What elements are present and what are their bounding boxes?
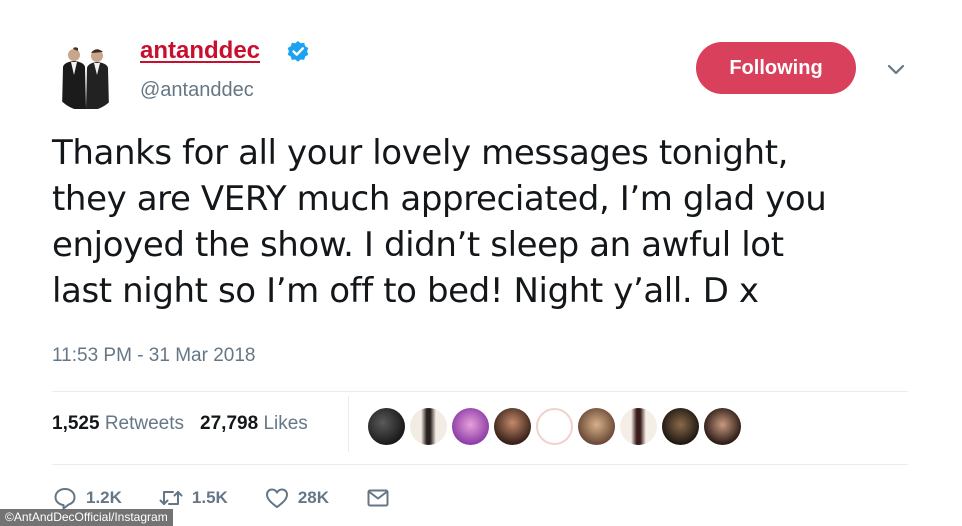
liker-avatar[interactable]: [452, 408, 489, 445]
stats-separator: [348, 396, 349, 452]
chevron-down-icon[interactable]: [885, 58, 907, 80]
tweet-line: last night so I’m off to bed! Night y’al…: [52, 271, 759, 311]
avatar[interactable]: [51, 41, 121, 111]
watermark: ©AntAndDecOfficial/Instagram: [0, 509, 173, 526]
like-button[interactable]: 28K: [264, 485, 329, 511]
liker-avatar[interactable]: [578, 408, 615, 445]
envelope-icon: [367, 489, 389, 507]
tweet-line: Thanks for all your lovely messages toni…: [52, 133, 789, 173]
like-count: 28K: [297, 488, 330, 507]
reply-count: 1.2K: [86, 488, 122, 507]
liker-avatar[interactable]: [494, 408, 531, 445]
liker-avatar[interactable]: [368, 408, 405, 445]
retweet-button[interactable]: 1.5K: [158, 485, 228, 511]
divider: [52, 391, 908, 392]
liker-avatar[interactable]: [620, 408, 657, 445]
tweet-line: enjoyed the show. I didn’t sleep an awfu…: [52, 225, 784, 265]
heart-icon: [265, 488, 288, 508]
retweet-icon: [159, 491, 183, 505]
retweet-count: 1.5K: [191, 488, 228, 507]
divider: [52, 464, 908, 465]
liker-avatar[interactable]: [536, 408, 573, 445]
liker-avatar[interactable]: [704, 408, 741, 445]
tweet-actions: 1.2K 1.5K 28K: [52, 485, 427, 511]
tweet-timestamp[interactable]: 11:53 PM - 31 Mar 2018: [52, 345, 255, 367]
verified-badge-icon: [287, 41, 309, 62]
likes-label: Likes: [263, 413, 308, 434]
following-button[interactable]: Following: [696, 42, 856, 94]
handle[interactable]: @antanddec: [140, 79, 254, 102]
tweet-line: they are VERY much appreciated, I’m glad…: [52, 179, 827, 219]
tweet-text: Thanks for all your lovely messages toni…: [52, 130, 932, 314]
reply-button[interactable]: 1.2K: [52, 485, 122, 511]
retweets-stat[interactable]: 1,525 Retweets: [52, 413, 184, 435]
engagement-stats: 1,525 Retweets 27,798 Likes: [52, 413, 308, 435]
retweets-label: Retweets: [104, 413, 185, 434]
retweets-count: 1,525: [52, 413, 100, 434]
liker-avatar[interactable]: [410, 408, 447, 445]
reply-icon: [54, 488, 76, 510]
likes-count: 27,798: [200, 413, 259, 434]
likers-avatars: [368, 408, 741, 445]
display-name[interactable]: antanddec: [140, 37, 260, 65]
direct-message-button[interactable]: [365, 485, 391, 511]
likes-stat[interactable]: 27,798 Likes: [200, 413, 308, 435]
liker-avatar[interactable]: [662, 408, 699, 445]
